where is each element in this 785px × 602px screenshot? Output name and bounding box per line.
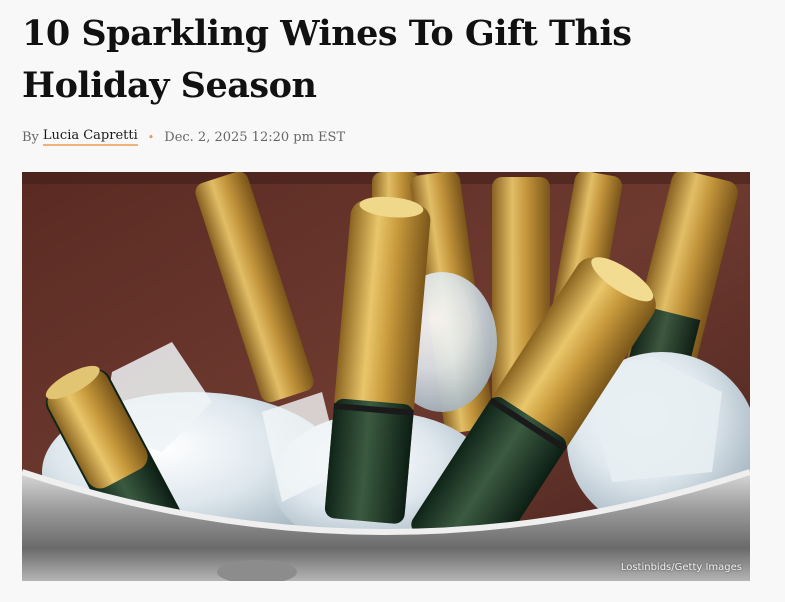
- author-link[interactable]: Lucia Capretti: [42, 128, 138, 146]
- hero-image: Lostinbids/Getty Images: [22, 172, 750, 581]
- article-headline: 10 Sparkling Wines To Gift This Holiday …: [22, 13, 632, 106]
- publish-date: Dec. 2, 2025 12:20 pm EST: [164, 129, 346, 145]
- byline-separator-dot: •: [147, 130, 155, 144]
- byline-prefix: By: [22, 129, 39, 145]
- champagne-bucket-illustration: [22, 172, 750, 581]
- byline: By Lucia Capretti • Dec. 2, 2025 12:20 p…: [22, 128, 345, 146]
- photo-credit: Lostinbids/Getty Images: [620, 562, 742, 573]
